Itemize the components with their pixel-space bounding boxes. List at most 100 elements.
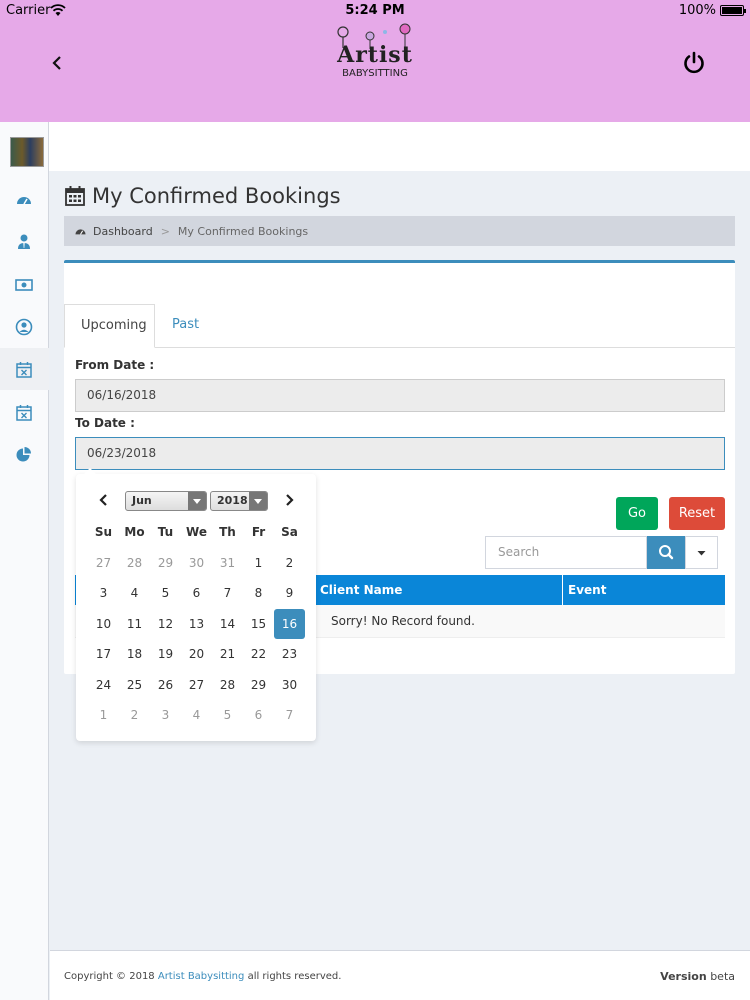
calendar-day[interactable]: 6 [243,700,274,731]
logo-title: Artist [337,42,413,68]
tab-past[interactable]: Past [156,304,215,348]
breadcrumb-current: My Confirmed Bookings [177,224,309,238]
version-info: Version beta [660,970,735,983]
calendar-day[interactable]: 13 [181,609,212,640]
sidebar-item-confirmed-bookings[interactable] [15,361,33,379]
tab-upcoming[interactable]: Upcoming [64,304,155,348]
reset-button[interactable]: Reset [669,497,725,530]
calendar-icon [65,186,85,206]
datepicker-week-row: 24 25 26 27 28 29 30 [88,670,305,701]
datepicker-month-value: Jun [132,494,152,507]
datepicker-calendar-grid: Su Mo Tu We Th Fr Sa 27 28 29 30 31 1 2 … [88,517,305,731]
artist-babysitting-logo: Artist BABYSITTING [325,22,425,82]
calendar-day[interactable]: 31 [212,548,243,579]
calendar-day[interactable]: 29 [243,670,274,701]
sidebar-item-account[interactable] [15,318,33,336]
breadcrumb-home-link[interactable]: Dashboard [93,225,153,238]
calendar-day[interactable]: 19 [150,639,181,670]
calendar-day[interactable]: 27 [88,548,119,579]
sidebar-item-reports[interactable] [15,446,33,464]
calendar-day[interactable]: 18 [119,639,150,670]
top-navbar [0,122,750,171]
calendar-day[interactable]: 24 [88,670,119,701]
calendar-day[interactable]: 1 [243,548,274,579]
version-label: Version [660,970,707,983]
breadcrumb: Dashboard > My Confirmed Bookings [64,216,735,246]
datepicker-popup: Jun 2018 Su Mo Tu We Th Fr Sa 27 28 29 3… [76,468,316,741]
page-title: My Confirmed Bookings [64,184,341,208]
booking-tabs: Upcoming Past [64,304,735,348]
calendar-day[interactable]: 7 [212,578,243,609]
power-icon [684,51,704,74]
calendar-day[interactable]: 17 [88,639,119,670]
calendar-day[interactable]: 4 [119,578,150,609]
search-icon [659,545,674,560]
calendar-day[interactable]: 25 [119,670,150,701]
datepicker-next-button[interactable] [280,490,300,510]
logout-button[interactable] [682,51,706,75]
calendar-day[interactable]: 4 [181,700,212,731]
calendar-day[interactable]: 1 [88,700,119,731]
sidebar-item-payments[interactable] [15,276,33,294]
datepicker-month-select[interactable]: Jun [125,491,207,511]
calendar-day[interactable]: 14 [212,609,243,640]
calendar-day[interactable]: 28 [212,670,243,701]
calendar-day[interactable]: 12 [150,609,181,640]
calendar-day[interactable]: 21 [212,639,243,670]
sidebar-item-profile[interactable] [15,233,33,251]
brand-link[interactable]: Artist Babysitting [158,971,245,982]
calendar-day-selected[interactable]: 16 [274,608,305,639]
weekday-label: Fr [251,525,266,539]
calendar-day[interactable]: 22 [243,639,274,670]
calendar-day[interactable]: 10 [88,609,119,640]
calendar-day[interactable]: 30 [181,548,212,579]
search-options-dropdown[interactable] [685,536,718,569]
go-button[interactable]: Go [616,497,658,530]
calendar-day[interactable]: 9 [274,578,305,609]
calendar-times-icon [16,362,32,378]
calendar-day[interactable]: 27 [181,670,212,701]
calendar-day[interactable]: 15 [243,609,274,640]
chevron-left-icon [52,56,61,70]
calendar-day[interactable]: 2 [274,548,305,579]
weekday-label: Th [219,525,236,539]
calendar-day[interactable]: 30 [274,670,305,701]
calendar-day[interactable]: 11 [119,609,150,640]
page-title-text: My Confirmed Bookings [92,184,341,208]
calendar-day[interactable]: 26 [150,670,181,701]
back-button[interactable] [50,50,72,76]
weekday-label: Su [94,525,113,539]
calendar-day[interactable]: 7 [274,700,305,731]
version-value: beta [710,970,735,983]
calendar-day[interactable]: 3 [150,700,181,731]
clock: 5:24 PM [345,3,405,18]
calendar-day[interactable]: 3 [88,578,119,609]
column-header-client-name[interactable]: Client Name [315,575,563,605]
calendar-day[interactable]: 5 [150,578,181,609]
calendar-day[interactable]: 23 [274,639,305,670]
datepicker-week-row: 17 18 19 20 21 22 23 [88,639,305,670]
status-bar: Carrier 5:24 PM 100% [0,0,750,22]
sidebar-item-dashboard[interactable] [15,191,33,209]
datepicker-prev-button[interactable] [93,490,113,510]
calendar-day[interactable]: 5 [212,700,243,731]
column-header-event[interactable]: Event [563,575,725,605]
chevron-left-icon [99,494,107,506]
search-button[interactable] [647,536,685,569]
datepicker-week-row: 1 2 3 4 5 6 7 [88,700,305,731]
avatar[interactable] [10,137,44,167]
dashboard-icon [75,228,86,235]
to-date-input[interactable]: 06/23/2018 [75,437,725,470]
copyright-label: Copyright © 2018 [64,971,155,982]
sidebar-item-cancelled-bookings[interactable] [15,404,33,422]
datepicker-year-select[interactable]: 2018 [210,491,268,511]
calendar-day[interactable]: 29 [150,548,181,579]
calendar-day[interactable]: 8 [243,578,274,609]
calendar-times-icon [16,405,32,421]
calendar-day[interactable]: 6 [181,578,212,609]
calendar-day[interactable]: 20 [181,639,212,670]
search-input[interactable]: Search [485,536,647,569]
calendar-day[interactable]: 28 [119,548,150,579]
calendar-day[interactable]: 2 [119,700,150,731]
from-date-input[interactable]: 06/16/2018 [75,379,725,412]
